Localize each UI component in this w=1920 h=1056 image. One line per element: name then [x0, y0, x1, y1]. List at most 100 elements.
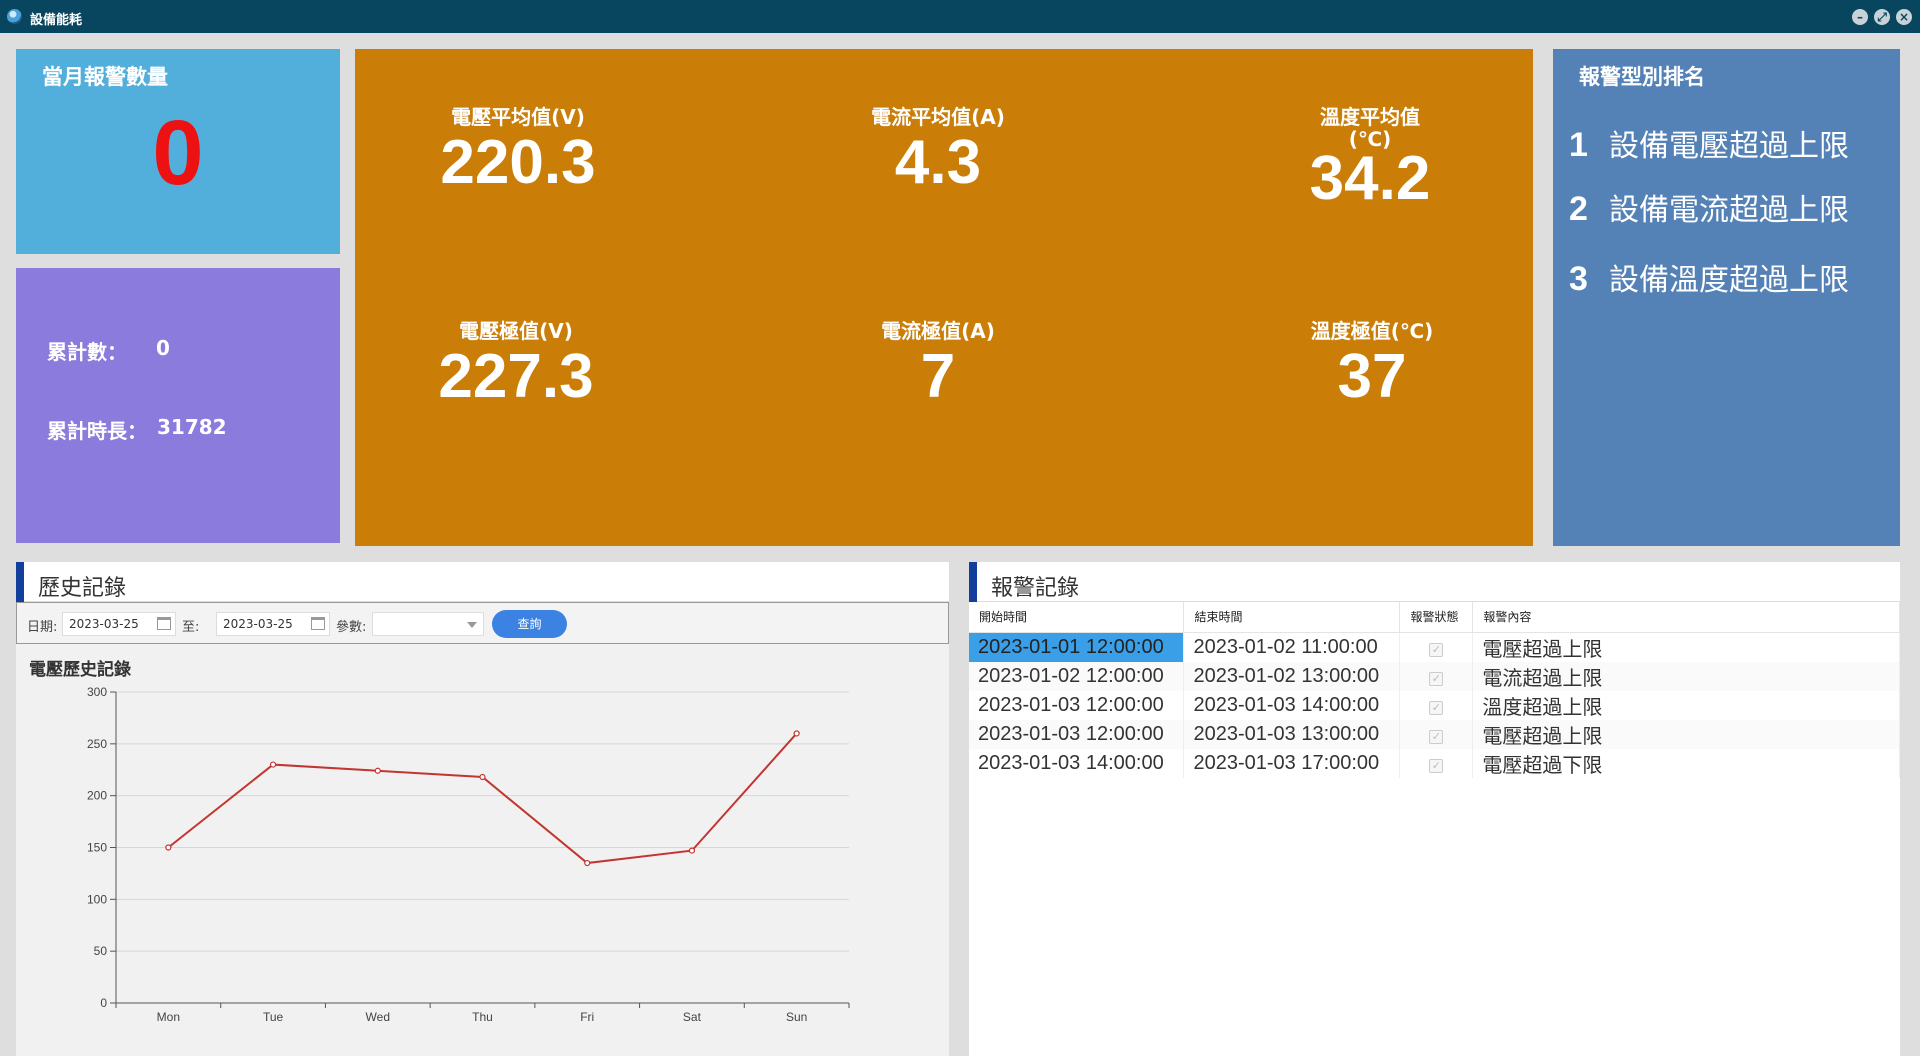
checkbox-checked-icon: ✓ [1429, 700, 1444, 715]
alarm-log-panel: 報警記錄 開始時間 結束時間 報警狀態 報警內容 2023-01-01 12:0… [969, 562, 1900, 1056]
end-time-cell[interactable]: 2023-01-03 17:00:00 [1183, 748, 1401, 778]
data-point [165, 844, 172, 851]
date-from-value: 2023-03-25 [69, 617, 139, 631]
content-cell[interactable]: 電壓超過下限 [1472, 748, 1900, 778]
column-header[interactable]: 報警狀態 [1399, 602, 1474, 633]
status-cell: ✓ [1399, 661, 1474, 691]
stat-value: 34.2 [1309, 144, 1431, 213]
end-time-cell[interactable]: 2023-01-02 13:00:00 [1183, 661, 1401, 691]
x-tick-label: Sun [786, 1010, 807, 1024]
param-label: 參數: [336, 620, 367, 635]
alarm-log-table: 開始時間 結束時間 報警狀態 報警內容 2023-01-01 12:00:00 … [969, 602, 1900, 778]
start-time-cell[interactable]: 2023-01-03 12:00:00 [969, 690, 1185, 720]
history-title: 歷史記錄 [38, 576, 127, 601]
table-row[interactable]: 2023-01-01 12:00:00 2023-01-02 11:00:00 … [969, 632, 1900, 662]
x-tick-label: Thu [472, 1010, 493, 1024]
globe-icon [7, 9, 22, 24]
data-point [479, 773, 486, 781]
y-tick-label: 50 [94, 944, 108, 958]
table-row[interactable]: 2023-01-03 14:00:00 2023-01-03 17:00:00 … [969, 748, 1900, 778]
column-header[interactable]: 開始時間 [969, 602, 1185, 633]
end-time-cell[interactable]: 2023-01-02 11:00:00 [1183, 632, 1401, 662]
minimize-button[interactable]: – [1852, 9, 1868, 25]
table-row[interactable]: 2023-01-03 12:00:00 2023-01-03 13:00:00 … [969, 719, 1900, 749]
chevron-down-icon [467, 622, 477, 628]
column-header[interactable]: 結束時間 [1183, 602, 1401, 633]
x-tick-label: Mon [157, 1010, 180, 1024]
start-time-cell[interactable]: 2023-01-01 12:00:00 [969, 632, 1185, 662]
monthly-alarm-value: 0 [152, 102, 204, 204]
ranking-item: 3 設備溫度超過上限 [1569, 255, 1849, 299]
status-cell: ✓ [1399, 632, 1474, 662]
totals-panel: 累計數： 0 累計時長： 31782 [16, 268, 340, 543]
maximize-button[interactable]: ⤢ [1874, 9, 1890, 25]
start-time-cell[interactable]: 2023-01-03 12:00:00 [969, 719, 1185, 749]
stat-temp-peak: 溫度極值(℃) 37 [1212, 320, 1532, 412]
total-count-label: 累計數： [47, 340, 127, 364]
status-cell: ✓ [1399, 748, 1474, 778]
history-header: 歷史記錄 [16, 562, 949, 602]
stat-value: 37 [1337, 342, 1407, 411]
history-toolbar: 日期: 2023-03-25 至: 2023-03-25 參數: 查詢 [16, 602, 949, 644]
start-time-cell[interactable]: 2023-01-02 12:00:00 [969, 661, 1185, 691]
date-label: 日期: [27, 620, 58, 635]
stat-value: 227.3 [438, 342, 594, 411]
history-panel: 歷史記錄 日期: 2023-03-25 至: 2023-03-25 參數: 查詢… [16, 562, 949, 1056]
total-count-value: 0 [156, 336, 170, 360]
stat-voltage-avg: 電壓平均值(V) 220.3 [358, 106, 678, 198]
table-row[interactable]: 2023-01-03 12:00:00 2023-01-03 14:00:00 … [969, 690, 1900, 720]
y-tick-label: 0 [100, 996, 107, 1010]
alarm-ranking-panel: 報警型別排名 1 設備電壓超過上限 2 設備電流超過上限 3 設備溫度超過上限 [1553, 49, 1900, 546]
date-to-field[interactable]: 2023-03-25 [216, 612, 330, 636]
ranking-label: 設備電壓超過上限 [1609, 129, 1849, 164]
total-duration-label: 累計時長： [47, 419, 147, 443]
stat-current-avg: 電流平均值(A) 4.3 [778, 106, 1098, 198]
data-point [269, 761, 277, 768]
stat-current-peak: 電流極值(A) 7 [778, 320, 1098, 412]
y-tick-label: 150 [87, 841, 107, 855]
header-accent-bar [16, 562, 24, 602]
content-cell[interactable]: 溫度超過上限 [1472, 690, 1900, 720]
query-button[interactable]: 查詢 [492, 610, 567, 638]
end-time-cell[interactable]: 2023-01-03 13:00:00 [1183, 719, 1401, 749]
stat-label: 電流極值(A) [881, 319, 995, 343]
to-label: 至: [182, 620, 200, 635]
data-point [793, 730, 800, 737]
date-from-field[interactable]: 2023-03-25 [62, 612, 176, 636]
x-tick-label: Fri [580, 1010, 594, 1024]
series-line [167, 732, 798, 865]
content-cell[interactable]: 電壓超過上限 [1472, 719, 1900, 749]
monthly-alarm-panel: 當月報警數量 0 [16, 49, 340, 254]
y-tick-label: 250 [87, 737, 107, 751]
content-cell[interactable]: 電流超過上限 [1472, 661, 1900, 691]
alarm-ranking-title: 報警型別排名 [1579, 65, 1705, 89]
table-row[interactable]: 2023-01-02 12:00:00 2023-01-02 13:00:00 … [969, 661, 1900, 691]
calendar-icon[interactable] [311, 617, 325, 630]
window-title: 設備能耗 [30, 13, 83, 28]
monthly-alarm-title: 當月報警數量 [42, 65, 168, 89]
ranking-item: 1 設備電壓超過上限 [1569, 121, 1849, 165]
stat-label: 電流平均值(A) [871, 105, 1005, 129]
header-accent-bar [969, 562, 977, 602]
content-cell[interactable]: 電壓超過上限 [1472, 632, 1900, 662]
calendar-icon[interactable] [157, 617, 171, 630]
status-cell: ✓ [1399, 690, 1474, 720]
start-time-cell[interactable]: 2023-01-03 14:00:00 [969, 748, 1185, 778]
table-header-row: 開始時間 結束時間 報警狀態 報警內容 [969, 602, 1900, 633]
ranking-number: 3 [1569, 260, 1588, 298]
ranking-label: 設備溫度超過上限 [1609, 263, 1849, 298]
voltage-line-chart: 0 50 100 150 200 250 300 Mon Tue Wed Thu Fri Sat Sun [87, 685, 850, 1024]
end-time-cell[interactable]: 2023-01-03 14:00:00 [1183, 690, 1401, 720]
alarm-log-header: 報警記錄 [969, 562, 1900, 602]
checkbox-checked-icon: ✓ [1429, 729, 1444, 744]
close-button[interactable]: × [1896, 9, 1912, 25]
data-point [584, 859, 591, 867]
ranking-item: 2 設備電流超過上限 [1569, 185, 1849, 229]
x-tick-label: Sat [683, 1010, 702, 1024]
ranking-number: 1 [1569, 126, 1588, 164]
stat-label: 溫度極值(℃) [1310, 319, 1434, 343]
column-header[interactable]: 報警內容 [1472, 602, 1900, 633]
title-bar: 設備能耗 – ⤢ × [0, 0, 1920, 33]
param-select[interactable] [372, 612, 484, 636]
stat-label: 電壓平均值(V) [451, 105, 585, 129]
